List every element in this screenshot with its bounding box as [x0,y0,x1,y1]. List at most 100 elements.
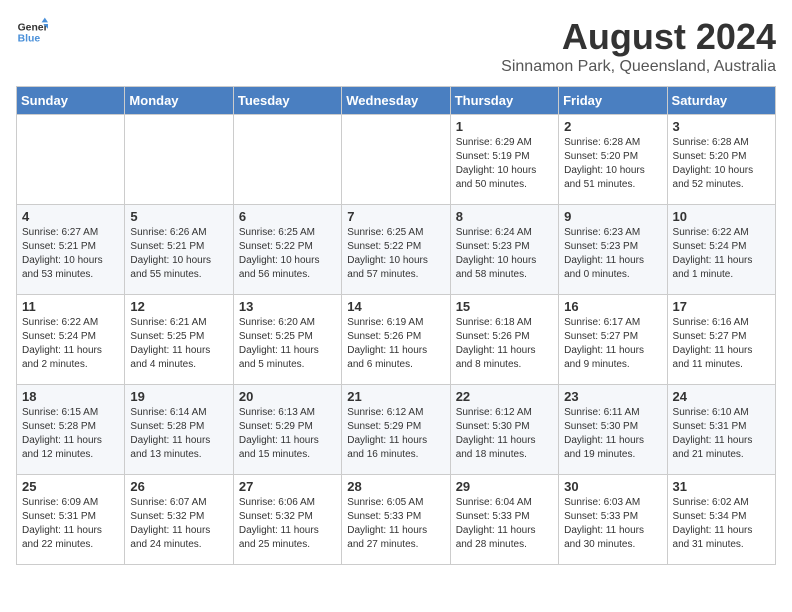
day-info: Sunrise: 6:06 AM Sunset: 5:32 PM Dayligh… [239,496,336,552]
day-info: Sunrise: 6:15 AM Sunset: 5:28 PM Dayligh… [22,406,119,462]
header-monday: Monday [125,87,233,115]
day-info: Sunrise: 6:29 AM Sunset: 5:19 PM Dayligh… [456,136,553,192]
day-info: Sunrise: 6:12 AM Sunset: 5:29 PM Dayligh… [347,406,444,462]
table-row: 4 Sunrise: 6:27 AM Sunset: 5:21 PM Daylig… [17,205,125,295]
calendar-subtitle: Sinnamon Park, Queensland, Australia [501,58,776,76]
table-row: 25 Sunrise: 6:09 AM Sunset: 5:31 PM Dayli… [17,475,125,565]
header-wednesday: Wednesday [342,87,450,115]
day-info: Sunrise: 6:25 AM Sunset: 5:22 PM Dayligh… [239,226,336,282]
day-info: Sunrise: 6:09 AM Sunset: 5:31 PM Dayligh… [22,496,119,552]
table-row: 30 Sunrise: 6:03 AM Sunset: 5:33 PM Dayli… [559,475,667,565]
day-number: 14 [347,299,444,314]
day-info: Sunrise: 6:10 AM Sunset: 5:31 PM Dayligh… [673,406,770,462]
day-number: 25 [22,479,119,494]
day-number: 10 [673,209,770,224]
day-number: 22 [456,389,553,404]
table-row: 21 Sunrise: 6:12 AM Sunset: 5:29 PM Dayli… [342,385,450,475]
table-row: 15 Sunrise: 6:18 AM Sunset: 5:26 PM Dayli… [450,295,558,385]
table-row: 23 Sunrise: 6:11 AM Sunset: 5:30 PM Dayli… [559,385,667,475]
calendar-title: August 2024 [501,16,776,58]
table-row: 9Sunrise: 6:23 AM Sunset: 5:23 PM Daylig… [559,205,667,295]
table-row: 10 Sunrise: 6:22 AM Sunset: 5:24 PM Dayli… [667,205,775,295]
day-info: Sunrise: 6:22 AM Sunset: 5:24 PM Dayligh… [22,316,119,372]
day-number: 5 [130,209,227,224]
day-number: 30 [564,479,661,494]
page-header: General Blue August 2024 Sinnamon Park, … [16,16,776,76]
table-row: 8 Sunrise: 6:24 AM Sunset: 5:23 PM Daylig… [450,205,558,295]
day-info: Sunrise: 6:12 AM Sunset: 5:30 PM Dayligh… [456,406,553,462]
table-row: 12Sunrise: 6:21 AM Sunset: 5:25 PM Dayli… [125,295,233,385]
table-row: 29 Sunrise: 6:04 AM Sunset: 5:33 PM Dayli… [450,475,558,565]
day-number: 2 [564,119,661,134]
table-row: 18 Sunrise: 6:15 AM Sunset: 5:28 PM Dayli… [17,385,125,475]
day-info: Sunrise: 6:14 AM Sunset: 5:28 PM Dayligh… [130,406,227,462]
title-section: August 2024 Sinnamon Park, Queensland, A… [501,16,776,76]
table-row: 6 Sunrise: 6:25 AM Sunset: 5:22 PM Daylig… [233,205,341,295]
day-number: 1 [456,119,553,134]
table-row: 19Sunrise: 6:14 AM Sunset: 5:28 PM Dayli… [125,385,233,475]
header-friday: Friday [559,87,667,115]
table-row: 22 Sunrise: 6:12 AM Sunset: 5:30 PM Dayli… [450,385,558,475]
day-number: 9 [564,209,661,224]
table-row: 7 Sunrise: 6:25 AM Sunset: 5:22 PM Daylig… [342,205,450,295]
day-number: 3 [673,119,770,134]
table-row: 2Sunrise: 6:28 AM Sunset: 5:20 PM Daylig… [559,115,667,205]
day-info: Sunrise: 6:18 AM Sunset: 5:26 PM Dayligh… [456,316,553,372]
day-info: Sunrise: 6:25 AM Sunset: 5:22 PM Dayligh… [347,226,444,282]
table-row [342,115,450,205]
day-number: 23 [564,389,661,404]
table-row [233,115,341,205]
day-info: Sunrise: 6:28 AM Sunset: 5:20 PM Dayligh… [673,136,770,192]
table-row: 27 Sunrise: 6:06 AM Sunset: 5:32 PM Dayli… [233,475,341,565]
logo-icon: General Blue [16,16,48,48]
day-info: Sunrise: 6:27 AM Sunset: 5:21 PM Dayligh… [22,226,119,282]
table-row: 20Sunrise: 6:13 AM Sunset: 5:29 PM Dayli… [233,385,341,475]
table-row: 16Sunrise: 6:17 AM Sunset: 5:27 PM Dayli… [559,295,667,385]
day-number: 13 [239,299,336,314]
table-row: 14 Sunrise: 6:19 AM Sunset: 5:26 PM Dayli… [342,295,450,385]
day-info: Sunrise: 6:02 AM Sunset: 5:34 PM Dayligh… [673,496,770,552]
day-info: Sunrise: 6:16 AM Sunset: 5:27 PM Dayligh… [673,316,770,372]
table-row: 17 Sunrise: 6:16 AM Sunset: 5:27 PM Dayli… [667,295,775,385]
table-row: 1 Sunrise: 6:29 AM Sunset: 5:19 PM Daylig… [450,115,558,205]
table-row: 26Sunrise: 6:07 AM Sunset: 5:32 PM Dayli… [125,475,233,565]
day-number: 8 [456,209,553,224]
table-row [17,115,125,205]
day-info: Sunrise: 6:11 AM Sunset: 5:30 PM Dayligh… [564,406,661,462]
logo: General Blue [16,16,48,48]
day-info: Sunrise: 6:03 AM Sunset: 5:33 PM Dayligh… [564,496,661,552]
day-info: Sunrise: 6:19 AM Sunset: 5:26 PM Dayligh… [347,316,444,372]
day-number: 28 [347,479,444,494]
day-info: Sunrise: 6:07 AM Sunset: 5:32 PM Dayligh… [130,496,227,552]
day-info: Sunrise: 6:17 AM Sunset: 5:27 PM Dayligh… [564,316,661,372]
header-thursday: Thursday [450,87,558,115]
day-number: 11 [22,299,119,314]
day-info: Sunrise: 6:24 AM Sunset: 5:23 PM Dayligh… [456,226,553,282]
day-number: 20 [239,389,336,404]
day-number: 18 [22,389,119,404]
day-number: 7 [347,209,444,224]
table-row [125,115,233,205]
day-info: Sunrise: 6:22 AM Sunset: 5:24 PM Dayligh… [673,226,770,282]
table-row: 31Sunrise: 6:02 AM Sunset: 5:34 PM Dayli… [667,475,775,565]
day-info: Sunrise: 6:26 AM Sunset: 5:21 PM Dayligh… [130,226,227,282]
table-row: 24Sunrise: 6:10 AM Sunset: 5:31 PM Dayli… [667,385,775,475]
day-number: 17 [673,299,770,314]
day-info: Sunrise: 6:21 AM Sunset: 5:25 PM Dayligh… [130,316,227,372]
calendar-body: 1 Sunrise: 6:29 AM Sunset: 5:19 PM Daylig… [17,115,776,565]
table-row: 3 Sunrise: 6:28 AM Sunset: 5:20 PM Daylig… [667,115,775,205]
table-row: 28 Sunrise: 6:05 AM Sunset: 5:33 PM Dayli… [342,475,450,565]
day-number: 27 [239,479,336,494]
calendar-header: Sunday Monday Tuesday Wednesday Thursday… [17,87,776,115]
calendar-table: Sunday Monday Tuesday Wednesday Thursday… [16,86,776,565]
day-number: 29 [456,479,553,494]
day-info: Sunrise: 6:20 AM Sunset: 5:25 PM Dayligh… [239,316,336,372]
day-number: 21 [347,389,444,404]
day-number: 4 [22,209,119,224]
table-row: 13 Sunrise: 6:20 AM Sunset: 5:25 PM Dayli… [233,295,341,385]
day-number: 6 [239,209,336,224]
day-number: 15 [456,299,553,314]
day-info: Sunrise: 6:04 AM Sunset: 5:33 PM Dayligh… [456,496,553,552]
header-tuesday: Tuesday [233,87,341,115]
day-info: Sunrise: 6:05 AM Sunset: 5:33 PM Dayligh… [347,496,444,552]
